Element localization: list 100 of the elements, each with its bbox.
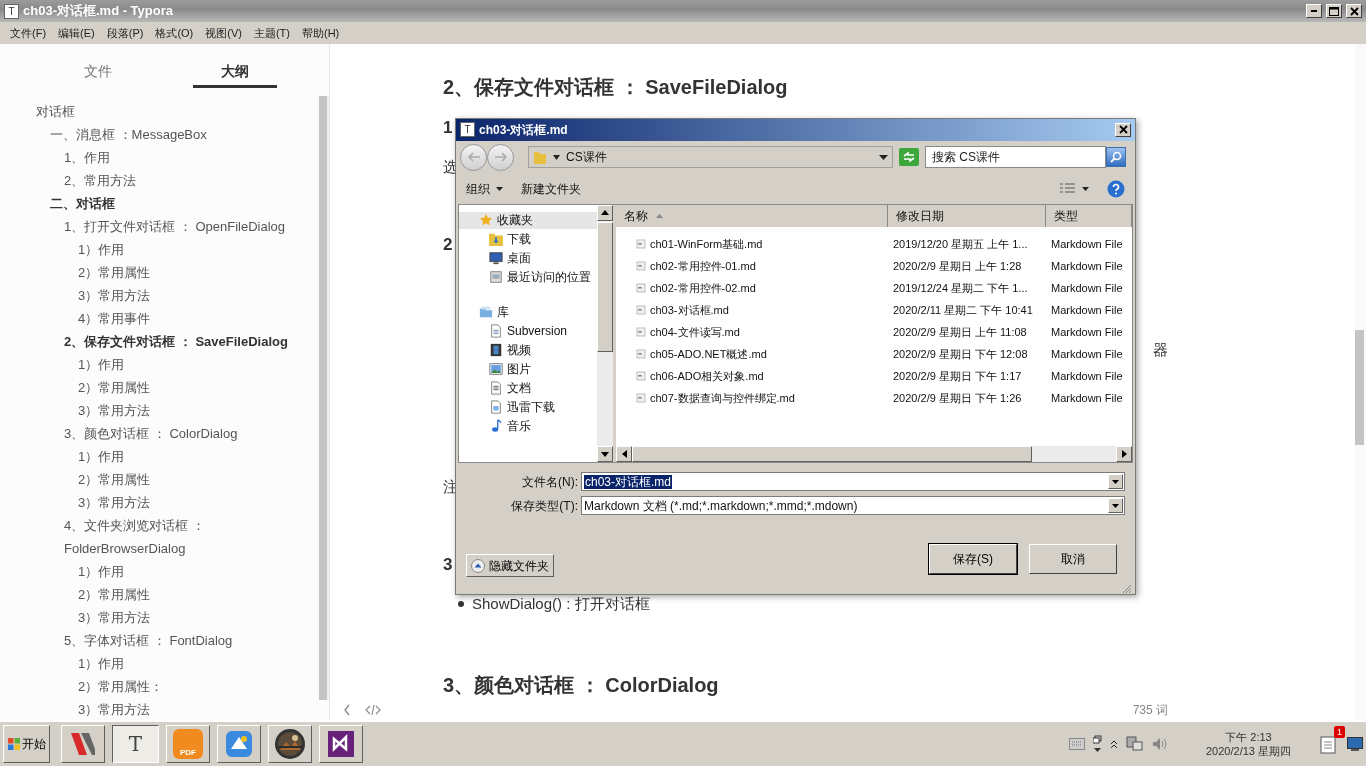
maximize-button[interactable] — [1326, 4, 1342, 18]
file-name[interactable]: ch02-常用控件-02.md — [650, 279, 756, 297]
close-button[interactable] — [1346, 4, 1362, 18]
nav-item[interactable]: 音乐 — [459, 417, 597, 435]
outline-item[interactable]: 二、对话框 — [0, 192, 319, 215]
nav-item[interactable]: Subversion — [459, 322, 597, 340]
recent-places-icon — [489, 270, 503, 285]
save-button[interactable]: 保存(S) — [929, 544, 1017, 574]
file-name[interactable]: ch03-对话框.md — [650, 301, 729, 319]
file-type-dropdown[interactable]: Markdown 文档 (*.md;*.markdown;*.mmd;*.mdown) — [581, 496, 1125, 516]
start-button[interactable]: 开始 — [3, 725, 50, 763]
sidebar-tab[interactable]: 大纲 — [193, 44, 277, 88]
view-options-button[interactable] — [1060, 183, 1089, 195]
nav-item[interactable]: 文档 — [459, 379, 597, 397]
menu-item[interactable]: 视图(V) — [199, 24, 248, 42]
menu-item[interactable]: 主题(T) — [247, 24, 296, 42]
window-title: ch03-对话框.md - Typora — [23, 2, 174, 21]
menu-item[interactable]: 格式(O) — [149, 24, 200, 42]
file-name-field[interactable]: ch03-对话框.md — [581, 472, 1125, 492]
back-button[interactable] — [343, 704, 351, 716]
outline-item[interactable]: 2）常用属性： — [0, 675, 319, 698]
menu-item[interactable]: 段落(P) — [100, 24, 150, 42]
nav-label: 库 — [497, 304, 509, 322]
scrollbar-thumb[interactable] — [1355, 330, 1364, 445]
menu-item[interactable]: 文件(F) — [4, 24, 53, 42]
source-code-button[interactable] — [365, 704, 381, 716]
notifications-button[interactable] — [1320, 734, 1336, 754]
address-bar[interactable]: CS课件 — [528, 146, 893, 169]
arrow-left-icon — [466, 151, 481, 164]
outline-item[interactable]: 1）作用 — [0, 238, 319, 261]
outline-item[interactable]: 2）常用属性 — [0, 261, 319, 284]
outline-item[interactable]: 一、消息框 ：MessageBox — [0, 123, 319, 146]
windows-logo-icon — [7, 737, 21, 751]
file-name[interactable]: ch04-文件读写.md — [650, 323, 740, 341]
outline-item[interactable]: 5、字体对话框 ： FontDialog — [0, 629, 319, 652]
network-icon — [1126, 736, 1144, 752]
scroll-down-button[interactable] — [597, 446, 613, 463]
toolbar-button[interactable]: 新建文件夹 — [521, 180, 581, 198]
cancel-button[interactable]: 取消 — [1029, 544, 1117, 574]
taskbar-app-button[interactable] — [217, 725, 261, 763]
outline-item[interactable]: 3）常用方法 — [0, 698, 319, 721]
taskbar-app-button[interactable] — [319, 725, 363, 763]
outline-item[interactable]: 3）常用方法 — [0, 491, 319, 514]
outline-item[interactable]: 3）常用方法 — [0, 284, 319, 307]
hide-folders-button[interactable]: 隐藏文件夹 — [466, 554, 554, 578]
minimize-button[interactable] — [1306, 4, 1322, 18]
file-name[interactable]: ch06-ADO相关对象.md — [650, 367, 764, 385]
sidebar-tab[interactable]: 文件 — [56, 44, 140, 88]
file-icon — [636, 392, 646, 403]
nav-item[interactable]: 最近访问的位置 — [459, 268, 597, 286]
taskbar-app-button[interactable] — [61, 725, 105, 763]
scroll-up-button[interactable] — [597, 204, 613, 221]
outline-item[interactable]: 3、颜色对话框 ： ColorDialog — [0, 422, 319, 445]
file-name[interactable]: ch02-常用控件-01.md — [650, 257, 756, 275]
refresh-button[interactable] — [899, 148, 919, 167]
outline-item[interactable]: 4、文件夹浏览对话框 ： FolderBrowserDialog — [0, 514, 319, 560]
close-icon — [1349, 6, 1359, 16]
search-button[interactable] — [1106, 147, 1126, 168]
search-field[interactable]: 搜索 CS课件 — [925, 146, 1106, 169]
outline-item[interactable]: 3）常用方法 — [0, 606, 319, 629]
taskbar-app-button[interactable]: T — [112, 725, 159, 763]
outline-item[interactable]: 1）作用 — [0, 353, 319, 376]
nav-item[interactable]: 收藏夹 — [459, 211, 597, 229]
outline-item[interactable]: 2）常用属性 — [0, 583, 319, 606]
outline-item[interactable]: 2、保存文件对话框 ： SaveFileDialog — [0, 330, 319, 353]
heading: 3、颜色对话框 ： ColorDialog — [443, 673, 719, 698]
toolbar-button[interactable]: 组织 — [466, 180, 503, 198]
outline-item[interactable]: 2、常用方法 — [0, 169, 319, 192]
scrollbar-thumb[interactable] — [597, 221, 613, 352]
scrollbar-thumb[interactable] — [632, 446, 1032, 463]
nav-item[interactable]: 桌面 — [459, 249, 597, 267]
scrollbar-thumb[interactable] — [319, 96, 327, 700]
volume-icon — [1152, 737, 1168, 751]
file-name[interactable]: ch05-ADO.NET概述.md — [650, 345, 767, 363]
outline-item[interactable]: 2）常用属性 — [0, 376, 319, 399]
scroll-right-button[interactable] — [1116, 446, 1132, 463]
nav-item[interactable]: 迅雷下载 — [459, 398, 597, 416]
file-name[interactable]: ch07-数据查询与控件绑定.md — [650, 389, 795, 407]
nav-item[interactable]: 图片 — [459, 360, 597, 378]
file-name[interactable]: ch01-WinForm基础.md — [650, 235, 763, 253]
outline-item[interactable]: 1、打开文件对话框 ： OpenFileDialog — [0, 215, 319, 238]
outline-item[interactable]: 2）常用属性 — [0, 468, 319, 491]
nav-item[interactable]: 下载 — [459, 230, 597, 248]
notification-icon — [1320, 734, 1336, 754]
close-icon — [1116, 124, 1130, 136]
scroll-left-button[interactable] — [616, 446, 632, 463]
close-button[interactable] — [1115, 122, 1131, 137]
outline-item[interactable]: 1）作用 — [0, 652, 319, 675]
taskbar-app-button[interactable] — [268, 725, 312, 763]
outline-item[interactable]: 对话框 — [0, 100, 319, 123]
menu-item[interactable]: 帮助(H) — [296, 24, 346, 42]
outline-item[interactable]: 1）作用 — [0, 445, 319, 468]
nav-item[interactable]: 视频 — [459, 341, 597, 359]
outline-item[interactable]: 1、作用 — [0, 146, 319, 169]
outline-item[interactable]: 4）常用事件 — [0, 307, 319, 330]
menu-item[interactable]: 编辑(E) — [52, 24, 101, 42]
outline-item[interactable]: 3）常用方法 — [0, 399, 319, 422]
help-button[interactable] — [1107, 180, 1125, 198]
nav-item[interactable]: 库 — [459, 303, 597, 321]
outline-item[interactable]: 1）作用 — [0, 560, 319, 583]
